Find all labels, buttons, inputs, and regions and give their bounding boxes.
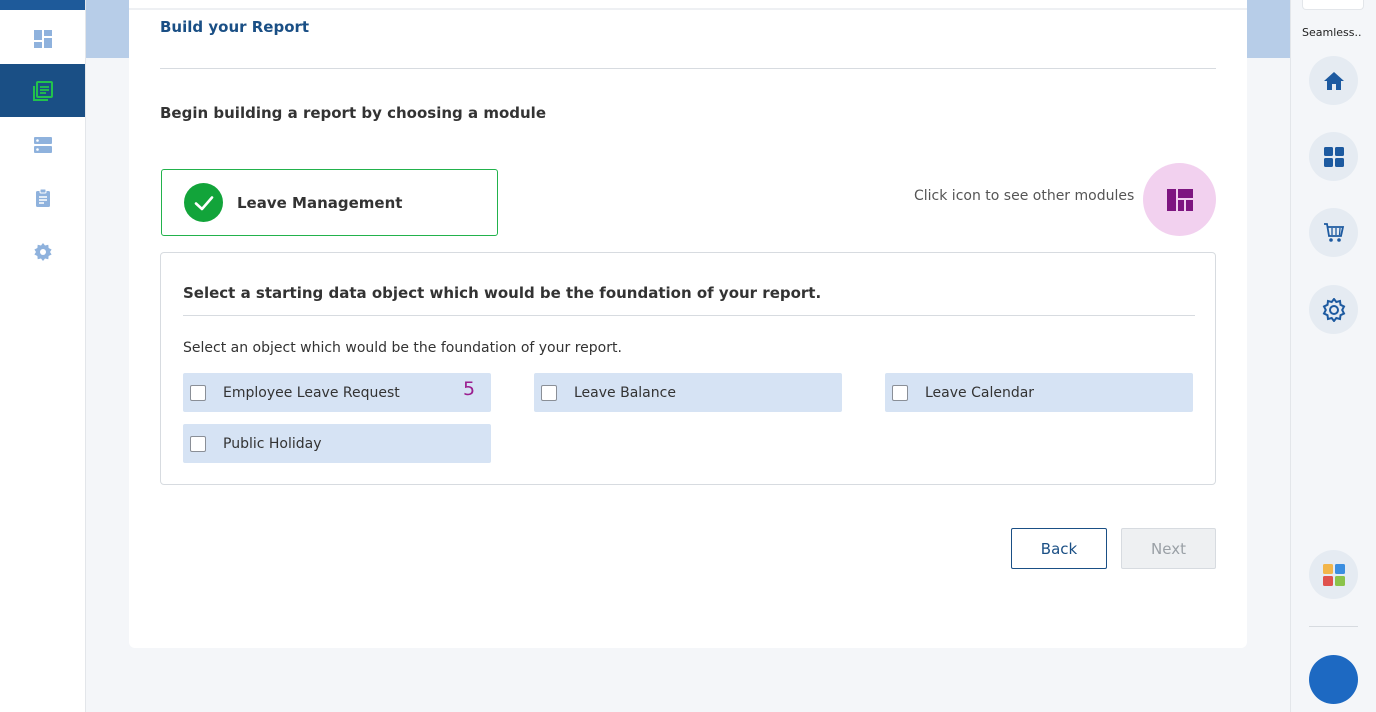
intro-text: Begin building a report by choosing a mo… [160, 104, 546, 122]
module-switch-button[interactable] [1143, 163, 1216, 236]
step-badge: 5 [463, 378, 476, 400]
panel-heading: Select a starting data object which woul… [183, 284, 822, 302]
left-navigation [0, 0, 86, 712]
back-button[interactable]: Back [1011, 528, 1107, 569]
clipboard-icon [35, 188, 50, 207]
dashboard-icon [33, 29, 52, 48]
nav-dashboard[interactable] [0, 12, 85, 65]
panel-subheading: Select an object which would be the foun… [183, 340, 622, 356]
rail-apps-button[interactable] [1309, 132, 1358, 181]
option-employee-leave-request[interactable]: Employee Leave Request 5 [183, 373, 491, 412]
settings-icon [33, 242, 52, 261]
reports-icon [32, 80, 53, 101]
page-title: Build your Report [160, 18, 310, 36]
object-selection-panel: Select a starting data object which woul… [160, 252, 1216, 485]
card-top-line [129, 8, 1247, 10]
apps-grid-icon [1323, 146, 1344, 167]
option-label: Leave Balance [574, 384, 676, 401]
nav-topbar [0, 0, 85, 10]
rail-color-apps-button[interactable] [1309, 550, 1358, 599]
module-hint: Click icon to see other modules [914, 188, 1135, 204]
right-rail [1290, 0, 1376, 712]
title-divider [160, 68, 1216, 69]
selected-module-card[interactable]: Leave Management [161, 169, 498, 236]
storage-icon [33, 136, 52, 153]
check-icon [184, 183, 223, 222]
nav-reports[interactable] [0, 64, 85, 117]
option-label: Leave Calendar [925, 384, 1035, 401]
header-band-left [86, 0, 130, 58]
nav-storage[interactable] [0, 118, 85, 171]
user-avatar[interactable] [1309, 655, 1358, 704]
option-leave-calendar[interactable]: Leave Calendar [885, 373, 1193, 412]
nav-clipboard[interactable] [0, 171, 85, 224]
rail-cart-button[interactable] [1309, 208, 1358, 257]
option-label: Public Holiday [223, 435, 322, 452]
settings-gear-icon [1322, 297, 1345, 322]
home-icon [1323, 71, 1344, 90]
module-name: Leave Management [237, 193, 403, 212]
nav-settings[interactable] [0, 225, 85, 278]
header-band-right [1246, 0, 1290, 58]
rail-settings-button[interactable] [1309, 285, 1358, 334]
rail-label: Seamless... [1302, 26, 1362, 39]
option-leave-balance[interactable]: Leave Balance [534, 373, 842, 412]
option-public-holiday[interactable]: Public Holiday [183, 424, 491, 463]
checkbox[interactable] [892, 384, 908, 401]
option-label: Employee Leave Request [223, 384, 400, 401]
checkbox[interactable] [190, 384, 206, 401]
next-button[interactable]: Next [1121, 528, 1216, 569]
cart-icon [1323, 222, 1344, 242]
module-layout-icon [1166, 188, 1193, 211]
checkbox[interactable] [541, 384, 557, 401]
panel-divider [183, 315, 1195, 316]
rail-divider [1309, 626, 1358, 627]
rail-home-button[interactable] [1309, 56, 1358, 105]
color-apps-icon [1322, 563, 1345, 586]
checkbox[interactable] [190, 435, 206, 452]
rail-top-tab [1302, 0, 1364, 10]
